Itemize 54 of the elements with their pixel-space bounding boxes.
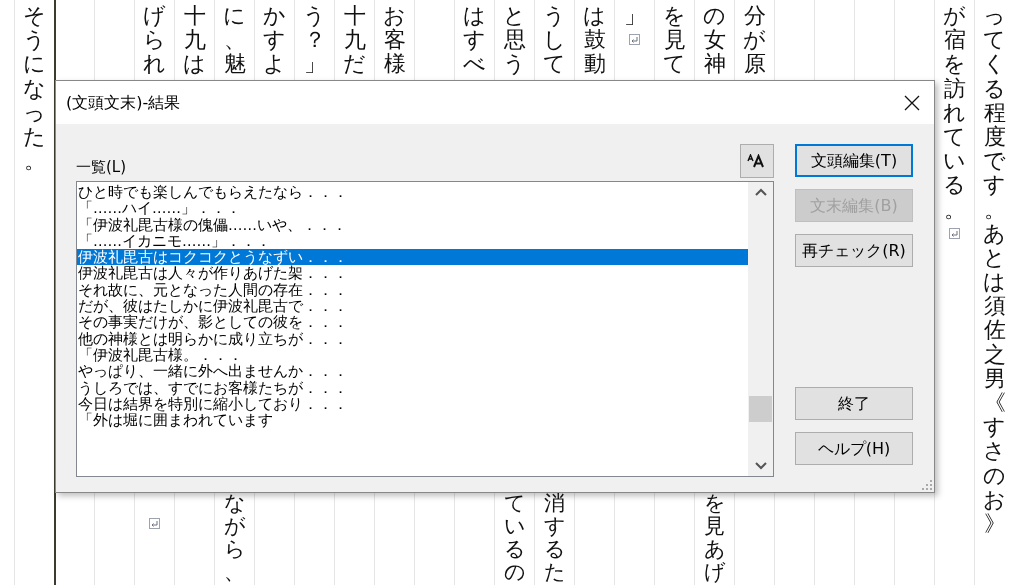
list-item[interactable]: 「伊波礼毘古様。．．． bbox=[77, 346, 748, 364]
scrollbar[interactable] bbox=[748, 182, 773, 476]
dialog-button[interactable]: ヘルプ(H) bbox=[795, 432, 913, 465]
vertical-text: が宿を訪れている。 bbox=[942, 4, 967, 222]
list-item[interactable]: 「外は堀に囲まわれています bbox=[77, 412, 748, 429]
list-item[interactable]: 「伊波礼毘古様の傀儡……いや、．．． bbox=[77, 216, 748, 233]
list-item[interactable]: 「……イカニモ……」．．． bbox=[77, 232, 748, 250]
list-item[interactable]: その事実だけが、影としての彼を．．． bbox=[77, 314, 748, 331]
list-item[interactable]: 「……ハイ……」．．． bbox=[77, 200, 748, 217]
resize-grip-icon[interactable] bbox=[922, 480, 932, 490]
dialog-button[interactable]: 文頭編集(T) bbox=[795, 144, 913, 177]
window-title: (文頭文末)-結果 bbox=[66, 91, 181, 114]
dialog-button[interactable]: 終了 bbox=[795, 387, 913, 420]
dialog-button[interactable]: 再チェック(R) bbox=[795, 234, 913, 267]
vertical-text: 分が原 bbox=[742, 4, 767, 77]
vertical-text: 」 bbox=[622, 4, 647, 29]
vertical-text: を見あげ bbox=[702, 491, 727, 584]
font-size-icon bbox=[747, 154, 767, 168]
list-label: 一覧(L) bbox=[76, 156, 127, 178]
scroll-thumb[interactable] bbox=[749, 396, 772, 422]
list-item[interactable]: 他の神様とは明らかに成り立ちが．．． bbox=[77, 330, 748, 347]
list-item[interactable]: だが、彼はたしかに伊波礼毘古で．．． bbox=[77, 298, 748, 315]
vertical-text: はすべ bbox=[462, 4, 487, 77]
list-item[interactable]: それ故に、元となった人間の存在．．． bbox=[77, 281, 748, 299]
list-item[interactable]: 今日は結界を特別に縮小しており．．． bbox=[77, 395, 748, 413]
vertical-text: 十九は bbox=[182, 4, 207, 77]
scroll-down-icon[interactable] bbox=[754, 462, 767, 470]
vertical-text: う？」 bbox=[302, 4, 327, 77]
list-item[interactable]: ひと時でも楽しんでもらえたなら．．． bbox=[77, 184, 748, 201]
vertical-text: そうになった。 bbox=[22, 4, 47, 174]
vertical-text: を見て bbox=[662, 4, 687, 77]
list-item[interactable]: 伊波礼毘古は人々が作りあげた架．．． bbox=[77, 265, 748, 282]
close-icon[interactable] bbox=[904, 94, 920, 111]
vertical-text: お客様 bbox=[382, 4, 407, 77]
list-item[interactable]: うしろでは、すでにお客様たちが．．． bbox=[77, 379, 748, 396]
vertical-text: 消するた bbox=[542, 491, 567, 584]
return-mark-icon bbox=[949, 227, 960, 239]
font-size-button[interactable] bbox=[740, 144, 774, 178]
vertical-text: うして bbox=[542, 4, 567, 77]
scroll-up-icon[interactable] bbox=[754, 188, 767, 196]
vertical-text: に、魅 bbox=[222, 4, 247, 77]
vertical-text: げられ bbox=[142, 4, 167, 77]
list-item[interactable]: 伊波礼毘古はコクコクとうなずい．．． bbox=[77, 249, 748, 266]
vertical-text: ながら、 bbox=[222, 491, 247, 584]
return-mark-icon bbox=[629, 34, 640, 46]
vertical-text: かすよ bbox=[262, 4, 287, 77]
return-mark-icon bbox=[149, 518, 160, 529]
vertical-text: ているの bbox=[502, 491, 527, 584]
vertical-text: ってくる程度です。あとは須佐之男《すさのお》 bbox=[982, 4, 1007, 537]
list-item[interactable]: やっぱり、一緒に外へ出ませんか．．． bbox=[77, 363, 748, 380]
vertical-text: 十九だ bbox=[342, 4, 367, 77]
vertical-text: の女神 bbox=[702, 4, 727, 77]
vertical-text: と思う bbox=[502, 4, 527, 77]
vertical-text: は鼓動 bbox=[582, 4, 607, 77]
